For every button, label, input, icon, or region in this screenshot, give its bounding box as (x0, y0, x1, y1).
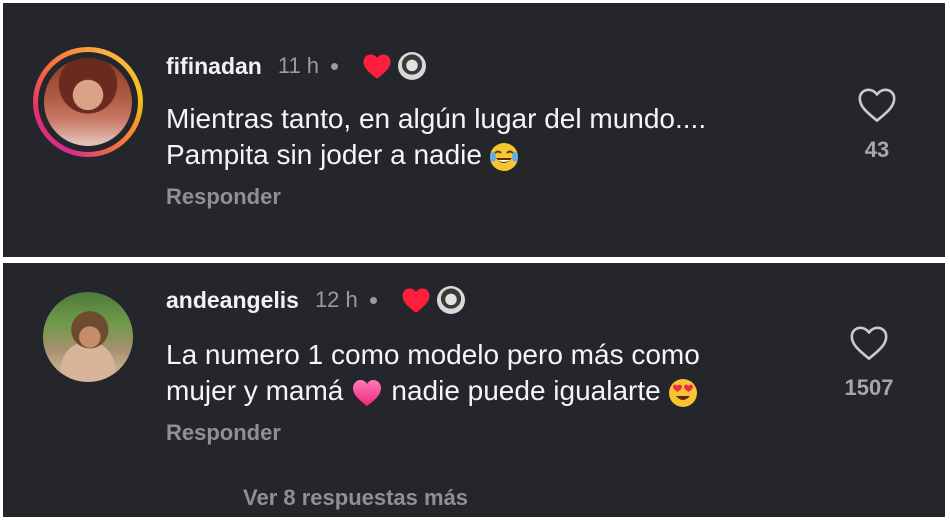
heart-eyes-emoji-icon (668, 378, 697, 407)
heart-filled-icon (363, 53, 391, 79)
heart-outline-icon[interactable] (849, 325, 889, 361)
comment-text: Mientras tanto, en algún lugar del mundo… (166, 101, 786, 173)
comment-header: andeangelis 12 h (166, 285, 465, 315)
tears-of-joy-emoji-icon (489, 142, 518, 171)
heart-filled-icon (402, 287, 430, 313)
avatar-wrapper[interactable] (43, 292, 133, 382)
comment-card: fifinadan 11 h Mientras tanto, en algún … (3, 3, 945, 257)
comment-card: andeangelis 12 h La numero 1 como modelo… (3, 263, 945, 517)
comment-line: mujer y mamá nadie puede igualarte (166, 373, 786, 409)
like-section: 1507 (829, 325, 909, 401)
heart-outline-icon[interactable] (857, 87, 897, 123)
avatar[interactable] (43, 292, 133, 382)
comment-header: fifinadan 11 h (166, 51, 427, 81)
comment-line: Mientras tanto, en algún lugar del mundo… (166, 103, 707, 134)
creator-heart-icon (401, 286, 431, 314)
like-count: 1507 (844, 375, 894, 400)
reply-button[interactable]: Responder (166, 184, 281, 210)
pink-heart-emoji-icon (353, 379, 382, 406)
creator-avatar (436, 286, 465, 314)
creator-heart-icon (362, 52, 392, 80)
creator-avatar (398, 52, 427, 80)
timestamp: 12 h (314, 287, 358, 312)
comment-line: La numero 1 como modelo pero más como (166, 339, 700, 370)
username[interactable]: fifinadan (166, 53, 262, 80)
like-count: 43 (864, 137, 890, 162)
comment-text: La numero 1 como modelo pero más como mu… (166, 337, 786, 409)
avatar-story-ring[interactable] (33, 47, 143, 157)
avatar[interactable] (44, 58, 132, 146)
comment-line: Pampita sin joder a nadie (166, 137, 786, 173)
comment-line-text: Pampita sin joder a nadie (166, 139, 482, 170)
username[interactable]: andeangelis (166, 287, 299, 314)
comment-line-text: nadie puede igualarte (391, 375, 661, 406)
view-replies-button[interactable]: Ver 8 respuestas más (243, 485, 468, 511)
separator-dot (331, 62, 339, 70)
reply-button[interactable]: Responder (166, 420, 281, 446)
like-section: 43 (847, 87, 907, 163)
comment-line-text: mujer y mamá (166, 375, 344, 406)
timestamp: 11 h (277, 53, 320, 78)
separator-dot (369, 296, 377, 304)
